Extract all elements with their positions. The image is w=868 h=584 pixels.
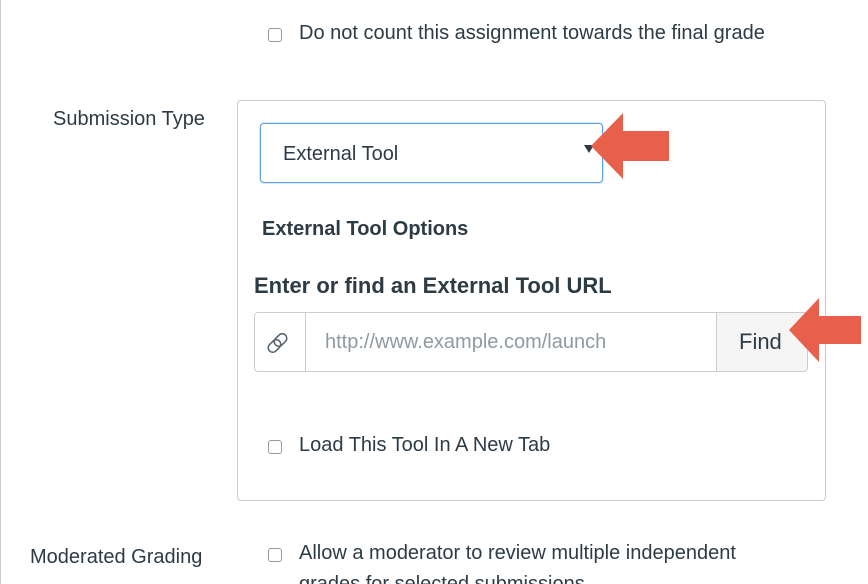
exclude-final-grade-label: Do not count this assignment towards the… xyxy=(299,22,765,44)
moderated-grading-checkbox[interactable] xyxy=(268,548,282,562)
arrow-left-icon xyxy=(789,298,861,362)
link-icon xyxy=(267,332,288,354)
new-tab-label: Load This Tool In A New Tab xyxy=(299,434,551,456)
external-tool-url-group: Find xyxy=(254,312,808,372)
moderated-grading-text-line2: grades for selected submissions xyxy=(299,573,585,584)
exclude-final-grade-checkbox[interactable] xyxy=(268,28,282,42)
moderated-grading-text-line1: Allow a moderator to review multiple ind… xyxy=(299,542,736,564)
submission-type-select[interactable]: External Tool xyxy=(260,123,603,183)
moderated-grading-label: Moderated Grading xyxy=(30,546,203,568)
arrow-left-icon xyxy=(591,113,669,179)
external-tool-url-heading: Enter or find an External Tool URL xyxy=(254,273,612,298)
submission-type-value: External Tool xyxy=(283,143,399,165)
url-addon xyxy=(255,313,306,371)
submission-type-label: Submission Type xyxy=(53,108,205,130)
external-tool-url-input[interactable] xyxy=(307,313,715,371)
external-tool-options-heading: External Tool Options xyxy=(262,218,469,240)
assignment-settings-page: Do not count this assignment towards the… xyxy=(0,0,868,584)
new-tab-checkbox[interactable] xyxy=(268,440,282,454)
